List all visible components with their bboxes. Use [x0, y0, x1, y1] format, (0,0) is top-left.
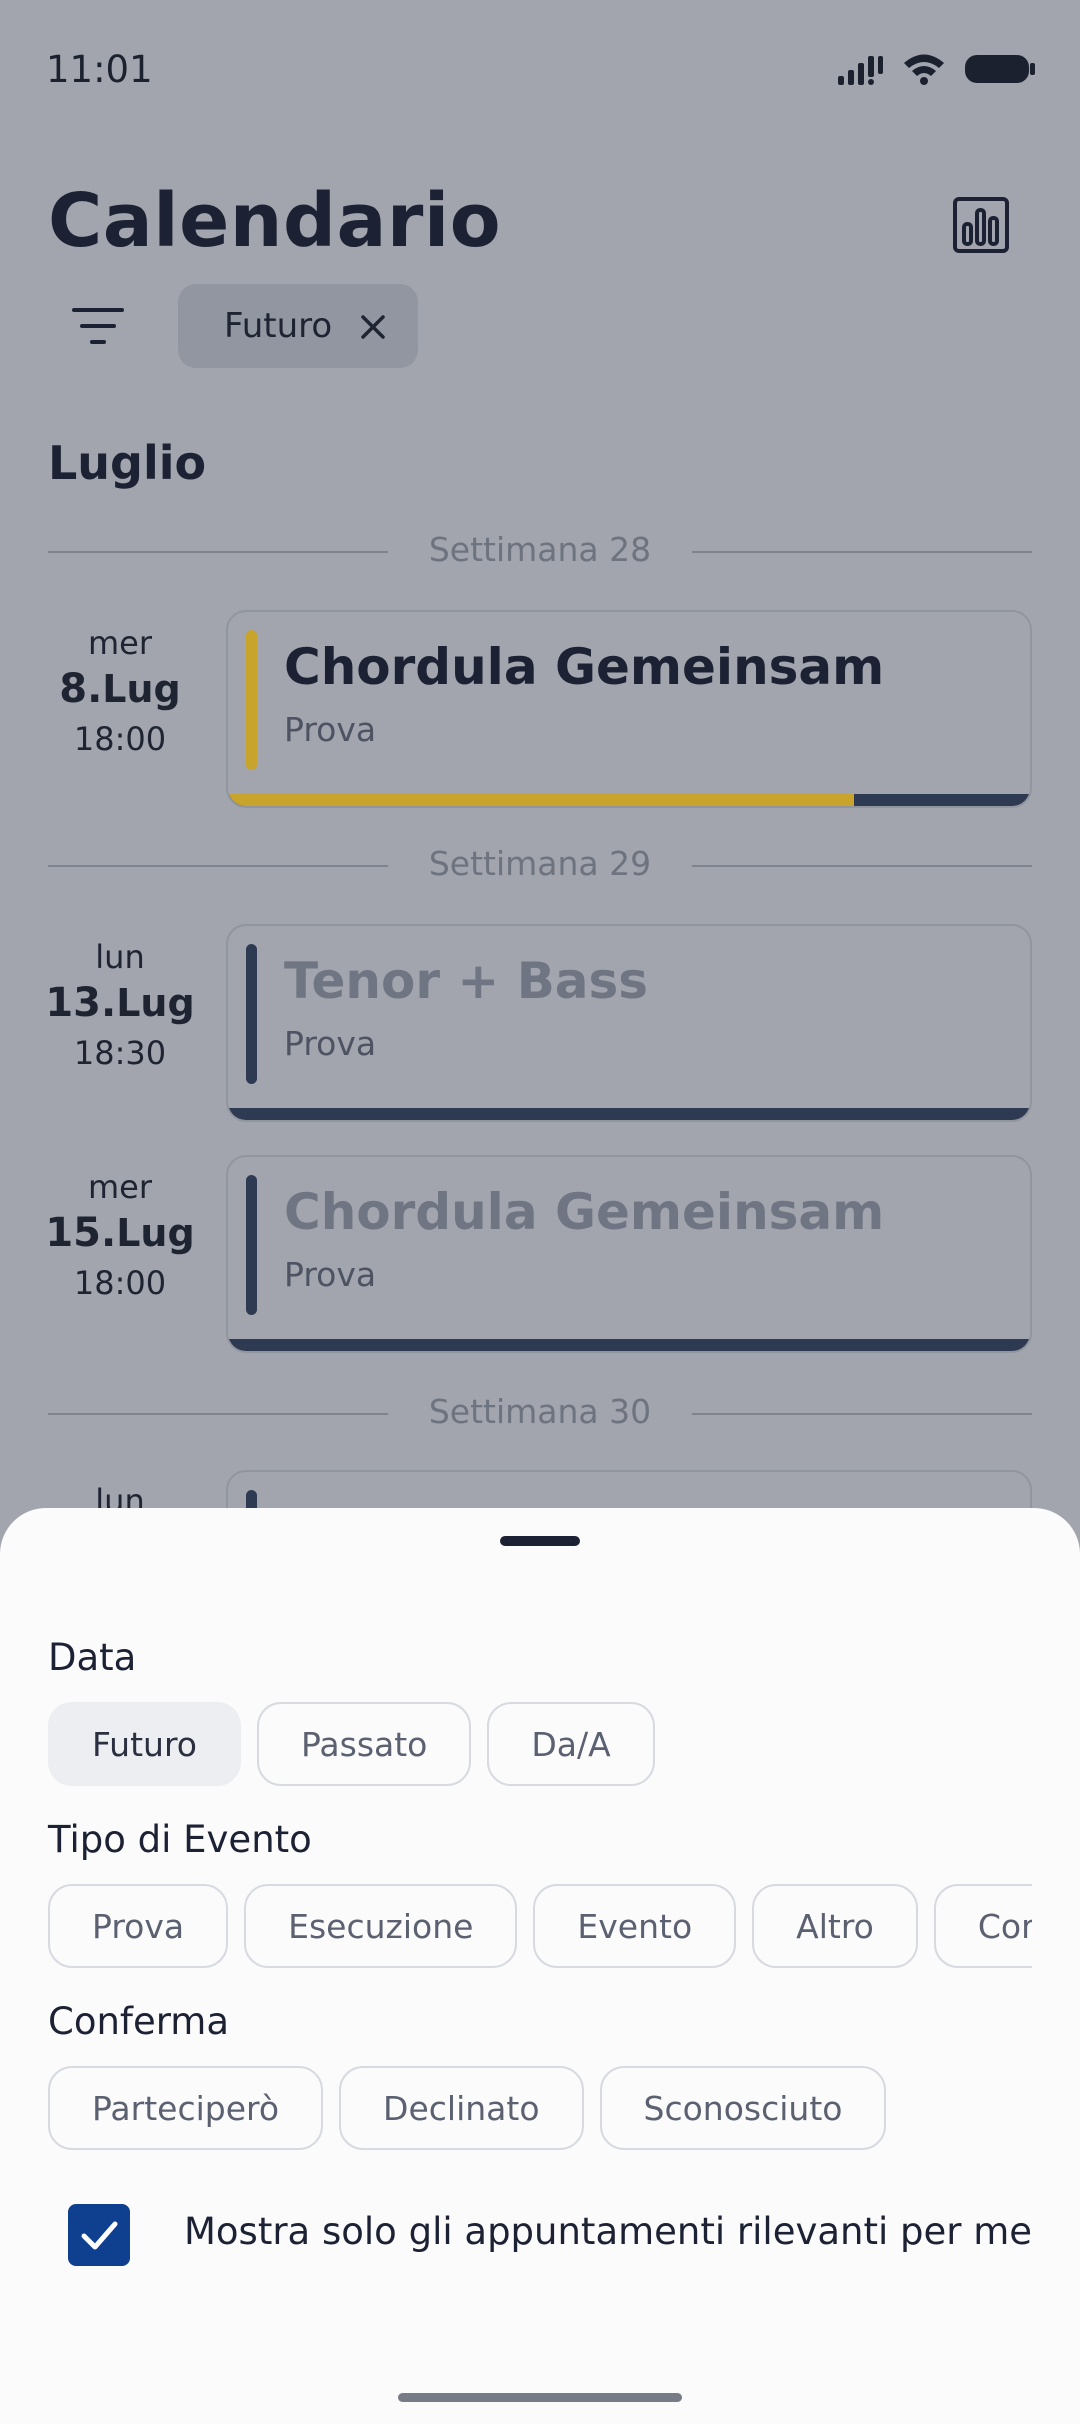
date-option-range[interactable]: Da/A: [487, 1702, 655, 1786]
confirm-filter-title: Conferma: [48, 2000, 229, 2043]
page-title: Calendario: [48, 178, 502, 264]
event-date: lun 13.Lug 18:30: [40, 938, 200, 1072]
attendance-bar: [228, 1108, 1030, 1120]
event-type-filter-options[interactable]: Prova Esecuzione Evento Altro Com: [48, 1884, 1032, 1970]
event-date: mer 15.Lug 18:00: [40, 1168, 200, 1302]
active-filter-chip[interactable]: Futuro: [178, 284, 418, 368]
sheet-drag-handle[interactable]: [500, 1536, 580, 1546]
month-title: Luglio: [48, 436, 207, 490]
week-label: Settimana 28: [428, 530, 652, 569]
event-subtitle: Prova: [284, 1024, 377, 1063]
status-icons: [836, 52, 1036, 86]
event-title: Chordula Gemeinsam: [284, 1183, 885, 1241]
event-type-option-rehearsal[interactable]: Prova: [48, 1884, 229, 1968]
only-relevant-checkbox[interactable]: [68, 2204, 130, 2266]
confirm-option-declined[interactable]: Declinato: [339, 2066, 584, 2150]
event-type-stripe: [246, 630, 257, 770]
filter-bottom-sheet: Data Futuro Passato Da/A Tipo di Evento …: [0, 1508, 1080, 2424]
bar-chart-icon[interactable]: [952, 196, 1010, 254]
confirm-option-unknown[interactable]: Sconosciuto: [599, 2066, 887, 2150]
event-subtitle: Prova: [284, 710, 377, 749]
event-type-option-event[interactable]: Evento: [533, 1884, 737, 1968]
wifi-icon: [904, 54, 944, 85]
only-relevant-label[interactable]: Mostra solo gli appuntamenti rilevanti p…: [184, 2210, 1032, 2253]
confirm-filter-options: Parteciperò Declinato Sconosciuto: [48, 2066, 1032, 2152]
date-filter-title: Data: [48, 1636, 137, 1679]
signal-icon: [838, 56, 883, 85]
week-divider: Settimana 28: [48, 526, 1032, 576]
event-type-option-performance[interactable]: Esecuzione: [244, 1884, 518, 1968]
event-card[interactable]: Chordula Gemeinsam Prova: [226, 610, 1032, 808]
event-time: 18:30: [73, 1034, 167, 1072]
event-type-option-partial[interactable]: Com: [933, 1884, 1032, 1968]
event-weekday: mer: [87, 624, 152, 662]
date-option-past[interactable]: Passato: [256, 1702, 472, 1786]
event-type-stripe: [246, 1175, 257, 1315]
attendance-bar: [228, 1339, 1030, 1351]
event-day: 15.Lug: [45, 1210, 195, 1256]
close-icon[interactable]: [360, 314, 386, 340]
date-filter-options: Futuro Passato Da/A: [48, 1702, 1032, 1788]
status-bar: 11:01: [0, 0, 1080, 140]
home-indicator: [398, 2393, 682, 2402]
week-label: Settimana 29: [428, 844, 652, 883]
event-subtitle: Prova: [284, 1255, 377, 1294]
event-day: 13.Lug: [45, 980, 195, 1026]
checkmark-icon: [81, 2221, 118, 2250]
event-card[interactable]: Chordula Gemeinsam Prova: [226, 1155, 1032, 1353]
event-day: 8.Lug: [59, 666, 181, 712]
event-time: 18:00: [73, 720, 167, 758]
confirm-option-attend[interactable]: Parteciperò: [48, 2066, 324, 2150]
event-card[interactable]: Tenor + Bass Prova: [226, 924, 1032, 1122]
event-time: 18:00: [73, 1264, 167, 1302]
event-type-filter-title: Tipo di Evento: [48, 1818, 312, 1861]
event-weekday: mer: [87, 1168, 152, 1206]
status-time: 11:01: [46, 48, 153, 91]
attendance-bar-fill: [228, 794, 854, 806]
event-type-stripe: [246, 944, 257, 1084]
active-filter-label: Futuro: [224, 306, 333, 346]
event-title: Tenor + Bass: [284, 952, 649, 1010]
event-date: mer 8.Lug 18:00: [40, 624, 200, 758]
week-divider: Settimana 29: [48, 840, 1032, 890]
date-option-future[interactable]: Futuro: [48, 1702, 241, 1786]
event-weekday: lun: [95, 938, 145, 976]
week-divider: Settimana 30: [48, 1388, 1032, 1438]
event-type-option-other[interactable]: Altro: [752, 1884, 918, 1968]
event-title: Chordula Gemeinsam: [284, 638, 885, 696]
attendance-bar: [228, 794, 1030, 806]
filter-icon[interactable]: [70, 302, 126, 350]
week-label: Settimana 30: [428, 1392, 652, 1431]
battery-icon: [965, 55, 1035, 83]
